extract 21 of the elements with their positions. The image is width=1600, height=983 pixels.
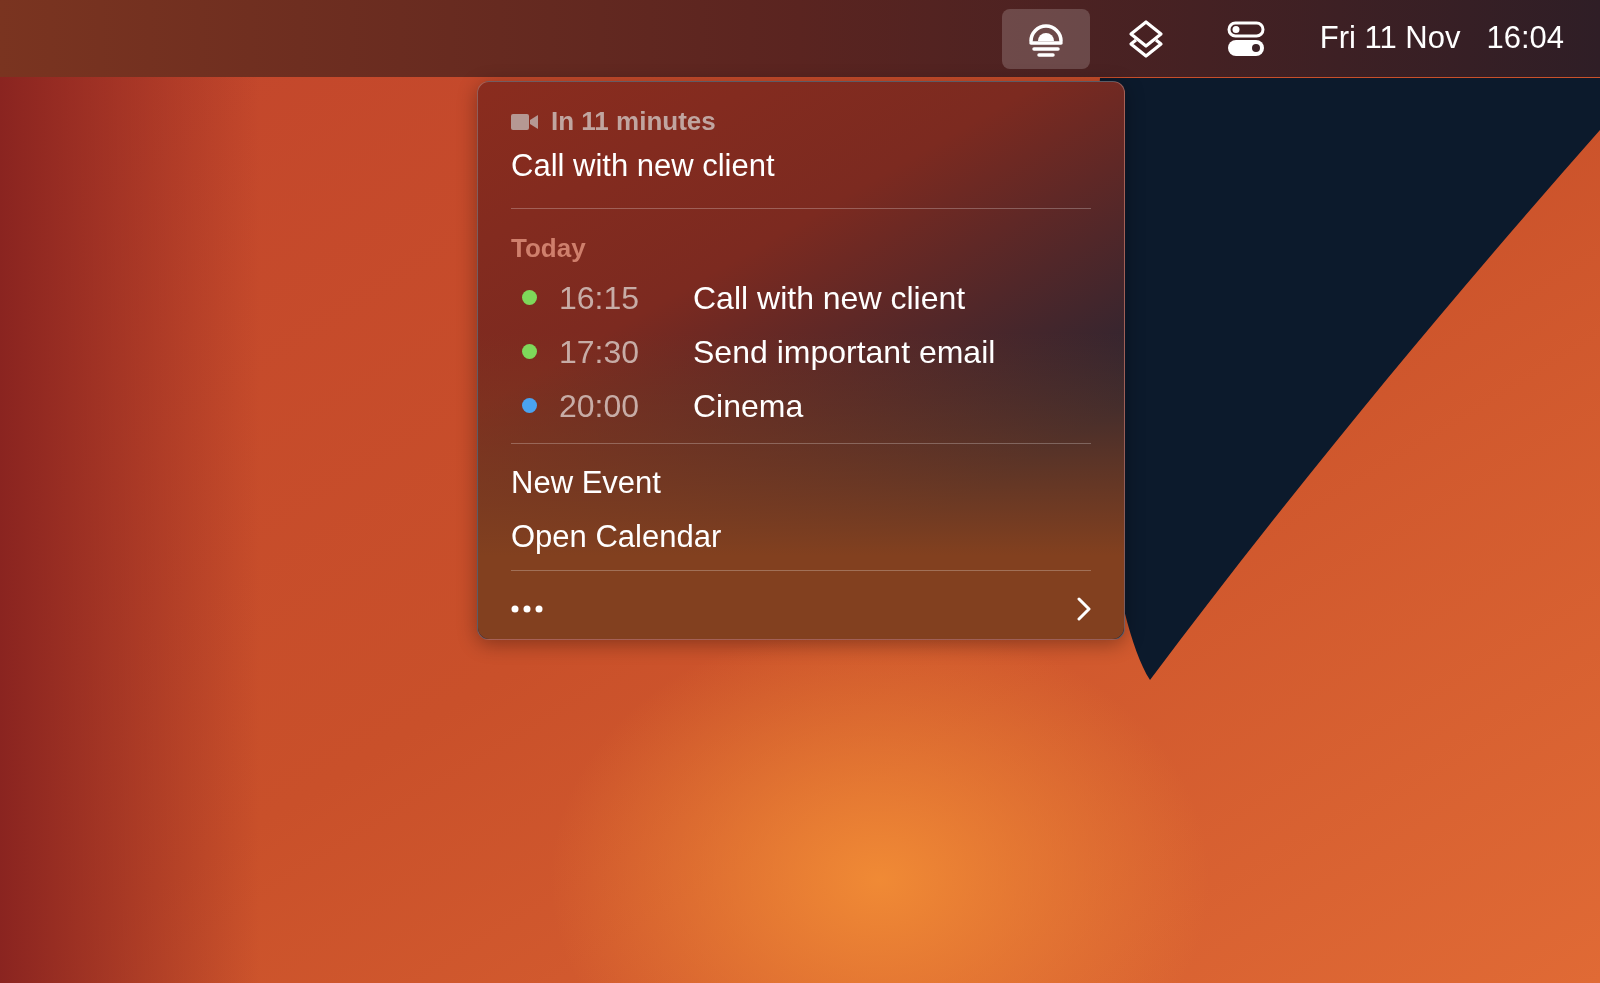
event-row[interactable]: 17:30 Send important email (511, 332, 1091, 371)
event-countdown: In 11 minutes (551, 105, 716, 138)
section-title: Today (511, 234, 587, 261)
video-camera-icon (511, 112, 538, 131)
toggles-icon (1226, 20, 1265, 57)
event-row[interactable]: 16:15 Call with new client (511, 278, 1091, 317)
menu-item[interactable]: New Event (511, 459, 1091, 500)
menu-item[interactable]: Open Calendar (511, 513, 1091, 554)
event-time: 16:15 (559, 278, 641, 318)
event-title: Cinema (693, 386, 804, 426)
event-title: Call with new client (693, 278, 966, 318)
chevron-right-icon[interactable] (1077, 596, 1091, 621)
more-icon[interactable] (511, 604, 543, 613)
event-title: Send important email (693, 332, 996, 372)
next-event-title: Call with new client (511, 147, 776, 185)
event-time: 20:00 (559, 386, 641, 426)
menu-bar-item[interactable] (1001, 8, 1090, 69)
menu-bar-date: Fri 11 Nov (1319, 19, 1461, 58)
event-row[interactable]: 20:00 Cinema (511, 386, 1091, 425)
event-time: 17:30 (559, 332, 641, 372)
menu-bar-clock: 16:04 (1486, 19, 1564, 58)
